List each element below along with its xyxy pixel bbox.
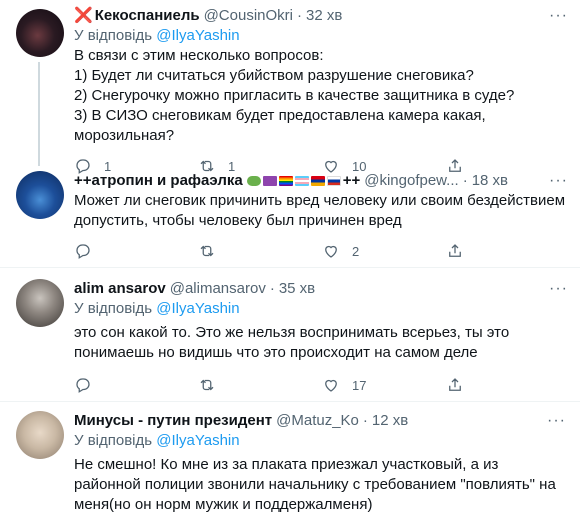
more-options-icon[interactable]: ··· xyxy=(549,6,570,26)
like-button[interactable]: 17 xyxy=(322,376,446,394)
separator-dot: · xyxy=(297,7,302,24)
reply-button[interactable] xyxy=(74,242,198,260)
avatar[interactable] xyxy=(16,279,64,327)
heart-icon xyxy=(325,245,337,258)
reply-icon xyxy=(76,244,90,259)
armenia-flag-icon xyxy=(310,176,325,186)
reply-context: У відповідь @IlyaYashin xyxy=(74,431,568,451)
avatar[interactable] xyxy=(16,171,64,219)
display-name[interactable]: Кекоспаниель xyxy=(95,6,200,26)
like-button[interactable]: 2 xyxy=(322,242,446,260)
reply-context: У відповідь @IlyaYashin xyxy=(74,299,570,319)
avatar[interactable] xyxy=(16,411,64,459)
tweet-actions: 2 xyxy=(74,241,570,261)
display-name[interactable]: Минусы - путин президент xyxy=(74,411,272,431)
like-count: 17 xyxy=(352,377,367,393)
tweet-text: Не смешно! Ко мне из за плаката приезжал… xyxy=(74,456,556,513)
more-options-icon[interactable]: ··· xyxy=(549,171,570,191)
tweet-3[interactable]: alim ansarov @alimansarov · 35 хв ··· У … xyxy=(0,268,580,401)
retweet-button[interactable] xyxy=(198,376,322,394)
reply-label: У відповідь xyxy=(74,300,153,317)
cross-mark-icon: ❌ xyxy=(74,7,93,24)
tweet-4[interactable]: Минусы - путин президент @Matuz_Ko · 12 … xyxy=(0,402,580,515)
timestamp[interactable]: 12 хв xyxy=(372,411,408,431)
avatar[interactable] xyxy=(16,9,64,57)
thread-line xyxy=(38,62,40,166)
separator-dot: · xyxy=(269,280,275,297)
reply-label: У відповідь xyxy=(74,27,153,44)
tweet-text: это сон какой то. Это же нельзя восприни… xyxy=(74,324,510,361)
name-suffix: ++ xyxy=(342,172,361,189)
user-handle[interactable]: @kingofpew... xyxy=(364,171,458,191)
separator-dot: · xyxy=(462,172,468,189)
retweet-icon xyxy=(200,245,214,257)
share-button[interactable] xyxy=(446,242,570,260)
like-count: 2 xyxy=(352,243,360,259)
tweet-actions: 17 xyxy=(74,375,570,395)
trans-flag-icon xyxy=(294,176,309,186)
flag-emojis xyxy=(246,176,341,186)
user-handle[interactable]: @CousinOkri xyxy=(204,6,293,26)
timestamp[interactable]: 35 хв xyxy=(279,279,315,299)
reply-mention-link[interactable]: @IlyaYashin xyxy=(156,432,239,449)
more-options-icon[interactable]: ··· xyxy=(549,279,570,299)
tweet-2[interactable]: ++атропин и рафаэлка ++ @kingofpew... · … xyxy=(0,161,580,267)
reply-button[interactable] xyxy=(74,376,198,394)
share-button[interactable] xyxy=(446,376,570,394)
tweet-text: В связи с этим несколько вопросов: 1) Бу… xyxy=(74,47,515,144)
reply-icon xyxy=(76,378,90,393)
user-handle[interactable]: @Matuz_Ko xyxy=(276,411,359,431)
heart-icon xyxy=(325,379,337,392)
retweet-icon xyxy=(200,379,214,391)
pride-flag-icon xyxy=(278,176,293,186)
reply-context: У відповідь @IlyaYashin xyxy=(74,26,570,46)
flag-icon xyxy=(246,176,261,186)
flag-icon xyxy=(262,176,277,186)
reply-mention-link[interactable]: @IlyaYashin xyxy=(156,300,239,317)
display-name[interactable]: ++атропин и рафаэлка xyxy=(74,171,243,191)
user-handle[interactable]: @alimansarov xyxy=(170,279,266,299)
russia-flag-icon xyxy=(326,176,341,186)
tweet-text: Может ли снеговик причинить вред человек… xyxy=(74,192,566,229)
share-icon xyxy=(449,378,461,391)
separator-dot: · xyxy=(362,412,368,429)
reply-mention-link[interactable]: @IlyaYashin xyxy=(156,27,239,44)
tweet-1[interactable]: ❌ Кекоспаниель @CousinOkri · 32 хв ··· У… xyxy=(0,0,580,174)
retweet-button[interactable] xyxy=(198,242,322,260)
display-name[interactable]: alim ansarov xyxy=(74,279,166,299)
more-options-icon[interactable]: ··· xyxy=(547,411,568,431)
timestamp[interactable]: 32 хв xyxy=(306,6,342,26)
timestamp[interactable]: 18 хв xyxy=(472,171,508,191)
reply-label: У відповідь xyxy=(74,432,153,449)
share-icon xyxy=(449,244,461,257)
